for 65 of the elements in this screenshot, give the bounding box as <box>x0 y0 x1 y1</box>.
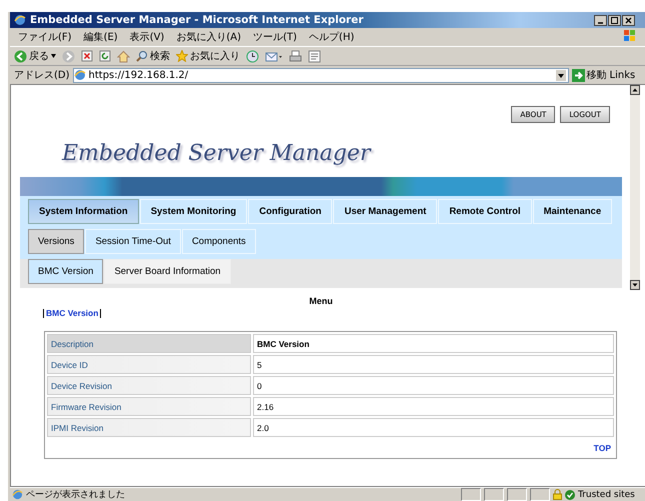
sub-tab[interactable]: Components <box>182 229 256 254</box>
sub-tab[interactable]: Versions <box>28 229 84 254</box>
print-icon[interactable] <box>289 50 302 62</box>
table-header-cell: Description <box>47 334 251 353</box>
lock-icon <box>553 489 562 500</box>
security-zone: Trusted sites <box>565 490 645 500</box>
table-header-cell: BMC Version <box>253 334 614 353</box>
address-field[interactable]: https://192.168.1.2/ <box>72 68 569 82</box>
table-cell: 2.16 <box>253 397 614 416</box>
menu-item[interactable]: お気に入り(A) <box>176 30 241 44</box>
window-title: Embedded Server Manager - Microsoft Internet Explorer <box>30 14 364 26</box>
close-button[interactable] <box>622 14 635 26</box>
nav-tab[interactable]: Configuration <box>248 199 332 224</box>
menu-item[interactable]: 表示(V) <box>130 30 164 44</box>
favorites-button[interactable]: お気に入り <box>176 49 240 63</box>
sub-tab[interactable]: BMC Version <box>28 259 104 284</box>
page-heading: Embedded Server Manager <box>62 141 372 168</box>
table-cell: 2.0 <box>253 418 614 437</box>
dropdown-icon[interactable] <box>556 70 566 80</box>
menu-item[interactable]: ヘルプ(H) <box>308 30 354 44</box>
menu-title: Menu <box>308 296 334 306</box>
check-icon <box>565 490 575 500</box>
table-cell: 5 <box>253 355 614 374</box>
back-icon <box>14 50 27 62</box>
nav-tab[interactable]: User Management <box>333 199 438 224</box>
stop-icon[interactable] <box>81 50 93 62</box>
sub-tab[interactable]: Session Time-Out <box>85 229 181 254</box>
mail-icon[interactable] <box>265 50 283 62</box>
browser-icon <box>14 14 26 26</box>
table-cell: Device Revision <box>47 376 251 395</box>
search-icon <box>136 50 148 62</box>
history-icon[interactable] <box>246 50 259 62</box>
nav-tab[interactable]: System Information <box>28 199 139 224</box>
arrow-icon <box>572 68 585 82</box>
sub-tab[interactable]: Server Board Information <box>104 259 231 284</box>
back-button[interactable]: 戻る <box>14 49 56 63</box>
top-link[interactable]: TOP <box>594 442 611 452</box>
page-icon <box>74 69 86 81</box>
table-cell: 0 <box>253 376 614 395</box>
scroll-up-button[interactable] <box>630 85 640 95</box>
table-cell: Device ID <box>47 355 251 374</box>
menu-item[interactable]: ファイル(F) <box>18 30 72 44</box>
refresh-icon[interactable] <box>99 50 111 62</box>
star-icon <box>176 50 188 62</box>
menu-item[interactable]: 編集(E) <box>84 30 118 44</box>
caret-icon <box>51 54 56 58</box>
nav-tab[interactable]: System Monitoring <box>140 199 248 224</box>
links-button[interactable]: Links <box>610 70 636 80</box>
scroll-down-button[interactable] <box>630 280 640 290</box>
table-cell: IPMI Revision <box>47 418 251 437</box>
maximize-button[interactable] <box>608 14 621 26</box>
scrollbar[interactable] <box>630 85 640 290</box>
menu-link[interactable]: BMC Version <box>46 308 98 318</box>
edit-icon[interactable] <box>308 50 321 62</box>
page-icon <box>12 489 23 500</box>
windows-logo-icon <box>623 29 637 43</box>
go-button[interactable]: 移動 <box>572 68 607 82</box>
search-button[interactable]: 検索 <box>136 49 170 63</box>
minimize-button[interactable] <box>594 14 607 26</box>
nav-tab[interactable]: Maintenance <box>532 199 612 224</box>
menu-item[interactable]: ツール(T) <box>253 30 297 44</box>
nav-tab[interactable]: Remote Control <box>438 199 532 224</box>
status-text: ページが表示されました <box>26 488 126 501</box>
table-cell: Firmware Revision <box>47 397 251 416</box>
address-label: アドレス(D) <box>14 69 70 82</box>
